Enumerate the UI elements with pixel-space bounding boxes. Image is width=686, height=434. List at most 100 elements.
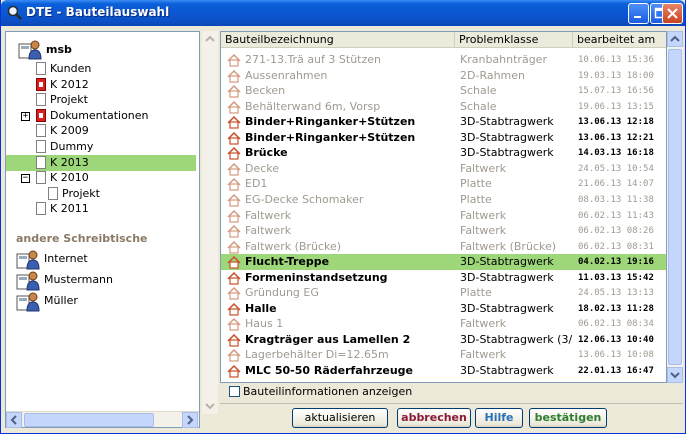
cell-klasse: Schale <box>460 84 497 98</box>
table-row[interactable]: ED1 Platte 21.06.13 14:07 <box>221 176 666 192</box>
tree-item-label: K 2011 <box>50 202 89 216</box>
scroll-up-button[interactable] <box>667 31 683 47</box>
document-icon <box>36 140 46 153</box>
cell-date: 18.02.13 11:28 <box>578 303 654 314</box>
cell-klasse: 3D-Stabtragwerk <box>460 255 554 269</box>
table-row[interactable]: Aussenrahmen 2D-Rahmen 19.03.13 18:00 <box>221 68 666 84</box>
folder-tree: msb Kunden K 2012 Projekt + Dokumentationen K … <box>6 32 199 412</box>
desk-user-label: Mustermann <box>44 273 114 286</box>
tree-item-projekt[interactable]: Projekt <box>6 186 196 202</box>
cell-name: Lagerbehälter Di=12.65m <box>245 348 389 362</box>
table-row[interactable]: EG-Decke Schomaker Platte 08.03.13 11:38 <box>221 192 666 208</box>
table-row[interactable]: Gründung EG Platte 24.05.13 13:13 <box>221 285 666 301</box>
scroll-down-button[interactable] <box>667 367 683 383</box>
table-row[interactable]: Haus 1 Faltwerk 06.02.13 08:34 <box>221 316 666 332</box>
cell-date: 13.06.13 12:21 <box>578 132 654 143</box>
column-header-name[interactable]: Bauteilbezeichnung <box>221 32 455 48</box>
cancel-button[interactable]: abbrechen <box>397 408 471 428</box>
table-vertical-scrollbar[interactable] <box>667 31 683 383</box>
cell-klasse: Platte <box>460 192 492 206</box>
tree-item-projekt[interactable]: Projekt <box>6 92 196 108</box>
document-icon <box>36 62 46 75</box>
table-row[interactable]: Faltwerk (Brücke) Faltwerk (Brücke) 06.02.… <box>221 239 666 255</box>
collapse-icon[interactable]: − <box>21 174 30 184</box>
table-row[interactable]: Formeninstandsetzung 3D-Stabtragwerk 11.03… <box>221 270 666 286</box>
minimize-icon <box>634 16 641 18</box>
cell-klasse: Platte <box>460 286 492 300</box>
column-header-klasse[interactable]: Problemklasse <box>455 32 573 48</box>
table-row[interactable]: Flucht-Treppe 3D-Stabtragwerk 04.02.13 19:… <box>221 254 666 271</box>
scroll-right-button[interactable] <box>182 412 198 428</box>
expand-icon[interactable]: + <box>21 111 30 121</box>
panel-splitter[interactable] <box>202 31 218 414</box>
title-bar[interactable]: DTE - Bauteilauswahl <box>1 0 685 26</box>
tree-item-k-2012[interactable]: K 2012 <box>6 77 196 93</box>
component-table: Bauteilbezeichnung Problemklasse bearbei… <box>220 31 667 383</box>
column-header-date[interactable]: bearbeitet am <box>573 32 666 48</box>
tree-item-k-2013[interactable]: K 2013 <box>6 154 196 171</box>
table-row[interactable]: Kragträger aus Lamellen 2 3D-Stabtragwerk… <box>221 332 666 348</box>
search-icon <box>7 5 22 20</box>
cell-date: 10.06.13 15:36 <box>578 55 654 65</box>
cell-date: 11.03.13 15:42 <box>578 272 654 283</box>
cell-name: EG-Decke Schomaker <box>245 192 364 206</box>
tree-item-kunden[interactable]: Kunden <box>6 61 196 77</box>
arrow-up-icon <box>205 35 215 42</box>
info-checkbox[interactable] <box>229 386 240 397</box>
cell-name: Kragträger aus Lamellen 2 <box>245 332 411 346</box>
table-row[interactable]: Binder+Ringanker+Stützen 3D-Stabtragwerk 1… <box>221 114 666 130</box>
cell-date: 12.06.13 10:40 <box>578 334 654 345</box>
tree-item-k-2009[interactable]: K 2009 <box>6 123 196 139</box>
minimize-button[interactable] <box>628 3 649 24</box>
document-icon <box>48 186 58 200</box>
table-scroll-thumb[interactable] <box>668 49 682 365</box>
tree-item-label: K 2012 <box>50 77 89 91</box>
table-row[interactable]: Binder+Ringanker+Stützen 3D-Stabtragwerk 1… <box>221 130 666 146</box>
cell-date: 06.02.13 11:43 <box>578 210 654 221</box>
table-row[interactable]: Decke Faltwerk 24.05.13 10:54 <box>221 161 666 177</box>
tree-item-label: Projekt <box>50 93 88 107</box>
cell-date: 14.03.13 16:18 <box>578 148 654 159</box>
cell-klasse: Faltwerk (Brücke) <box>460 239 556 253</box>
cell-name: Gründung EG <box>245 286 319 300</box>
document-icon <box>36 108 46 122</box>
confirm-button[interactable]: bestätigen <box>529 408 607 428</box>
scroll-left-button[interactable] <box>6 412 22 428</box>
refresh-button[interactable]: aktualisieren <box>292 408 388 428</box>
cell-date: 21.06.13 14:07 <box>578 179 654 190</box>
table-row[interactable]: Faltwerk Faltwerk 06.02.13 08:26 <box>221 223 666 239</box>
cell-klasse: Schale <box>460 99 497 113</box>
tree-panel: msb Kunden K 2012 Projekt + Dokumentationen K … <box>5 31 200 428</box>
table-row[interactable]: Brücke 3D-Stabtragwerk 14.03.13 16:18 <box>221 145 666 161</box>
cell-klasse: 3D-Stabtragwerk <box>460 301 554 315</box>
tree-item-k-2011[interactable]: K 2011 <box>6 201 196 217</box>
tree-item-dummy[interactable]: Dummy <box>6 139 196 155</box>
tree-item-k-2010[interactable]: − K 2010 <box>6 170 196 186</box>
cell-date: 19.03.13 18:00 <box>578 70 654 81</box>
table-row[interactable]: Lagerbehälter Di=12.65m Faltwerk 13.06.13 … <box>221 347 666 363</box>
cell-klasse: 3D-Stabtragwerk <box>460 115 554 129</box>
cell-date: 19.06.13 13:15 <box>578 101 654 112</box>
tree-scroll-thumb[interactable] <box>24 413 154 427</box>
dialog-window: DTE - Bauteilauswahl msb Kunden K 2012 Proj… <box>0 0 686 434</box>
cell-klasse: Platte <box>460 177 492 191</box>
close-button[interactable] <box>662 3 683 24</box>
cell-klasse: 3D-Stabtragwerk <box>460 130 554 144</box>
cell-date: 13.06.13 10:08 <box>578 350 654 361</box>
help-button[interactable]: Hilfe <box>475 408 523 428</box>
user-desk-icon <box>14 290 40 312</box>
table-row[interactable]: Becken Schale 15.07.13 16:56 <box>221 83 666 99</box>
tree-horizontal-scrollbar[interactable] <box>6 411 199 428</box>
tree-item-label: Dummy <box>50 140 94 153</box>
cell-name: 271-13.Trä auf 3 Stützen <box>245 53 381 66</box>
cell-name: Binder+Ringanker+Stützen <box>245 130 416 144</box>
table-row[interactable]: Faltwerk Faltwerk 06.02.13 11:43 <box>221 208 666 224</box>
tree-item-dokumentationen[interactable]: + Dokumentationen <box>6 108 196 124</box>
table-row[interactable]: 271-13.Trä auf 3 Stützen Kranbahnträger 10… <box>221 52 666 68</box>
table-row[interactable]: Behälterwand 6m, Vorsp Schale 19.06.13 13:… <box>221 99 666 115</box>
cell-name: Faltwerk <box>245 208 292 222</box>
table-row[interactable]: MLC 50-50 Räderfahrzeuge 3D-Stabtragwerk 2… <box>221 363 666 379</box>
cell-klasse: Faltwerk <box>460 161 507 175</box>
cell-name: Formeninstandsetzung <box>245 270 388 284</box>
table-row[interactable]: Halle 3D-Stabtragwerk 18.02.13 11:28 <box>221 301 666 317</box>
